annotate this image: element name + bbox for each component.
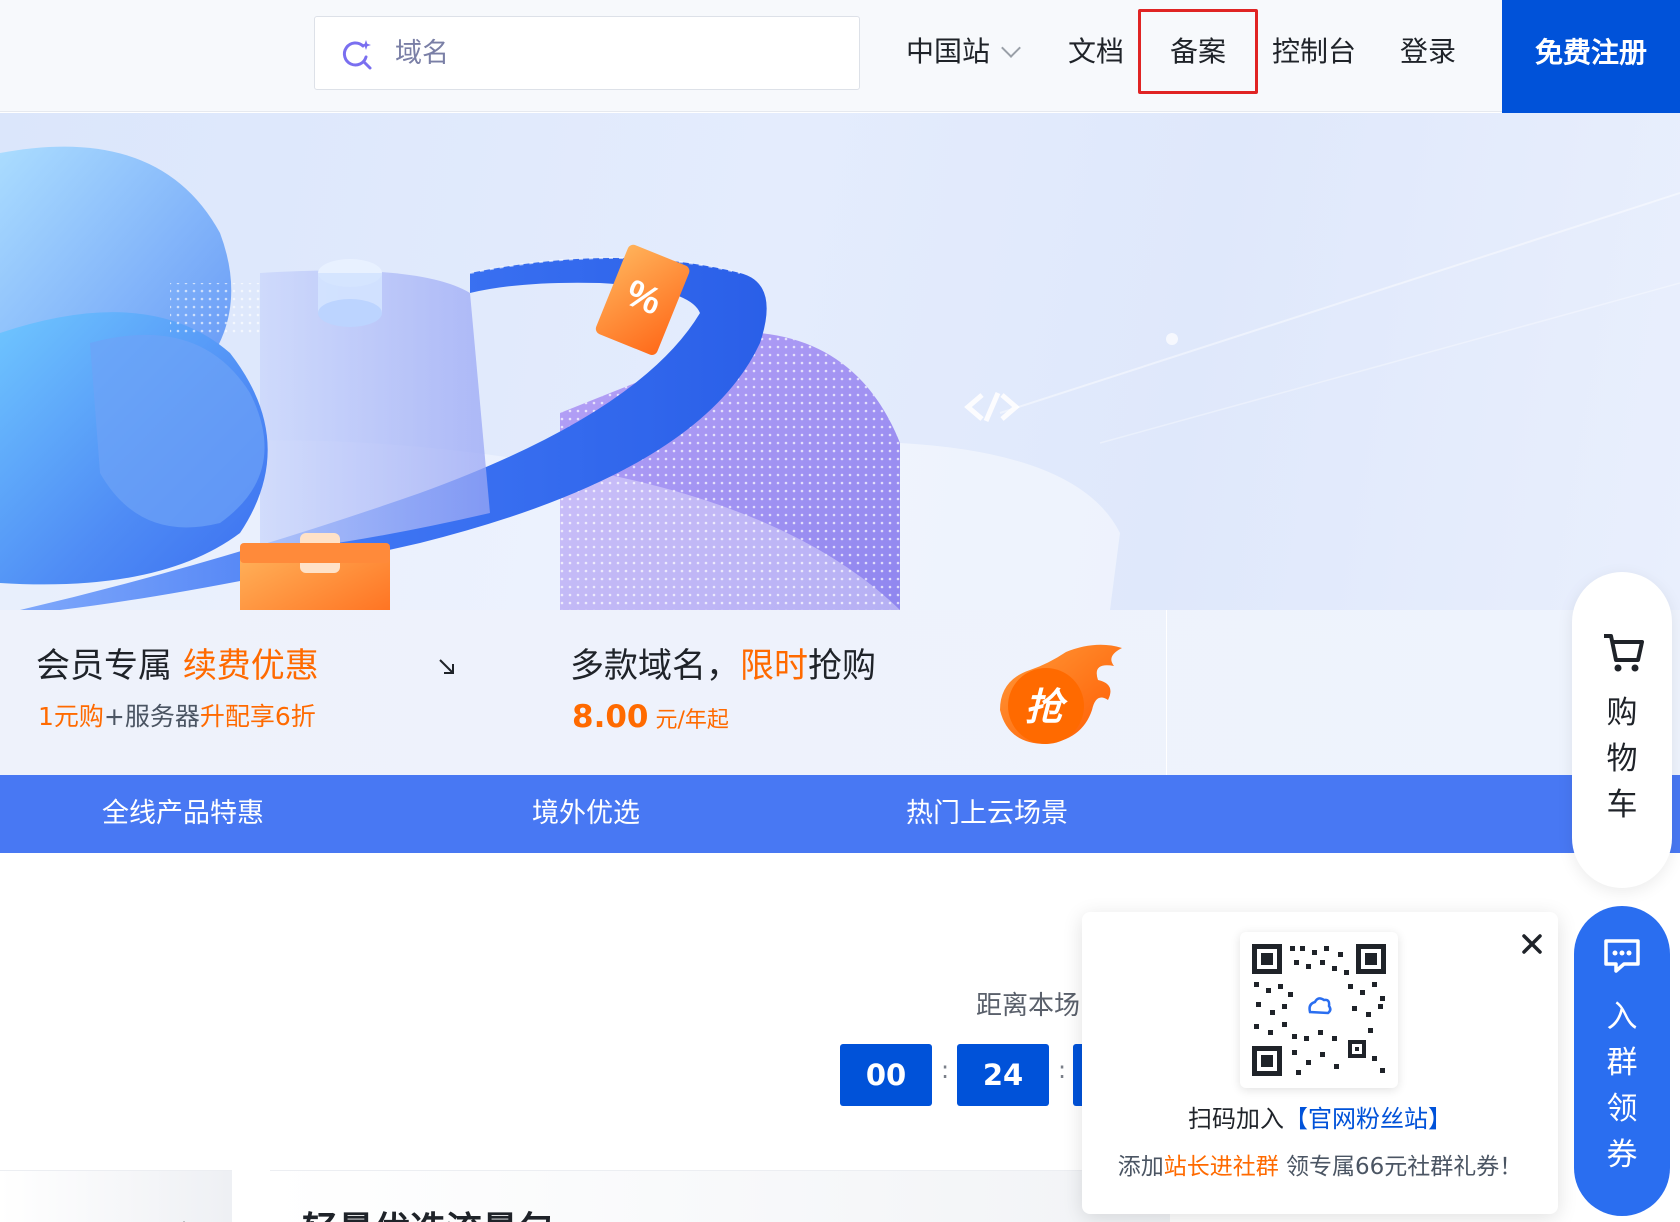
price-unit: 元/年起	[648, 708, 729, 733]
qr-code-card	[1240, 932, 1398, 1088]
nav-login[interactable]: 登录	[1400, 30, 1456, 74]
promo-right-title-highlight: 限时	[740, 646, 808, 686]
tab-all-products[interactable]: 全线产品特惠	[102, 775, 264, 853]
promo-right-title-1: 多款域名，	[570, 646, 740, 686]
cart-label-char: 车	[1606, 787, 1638, 823]
product-card-left[interactable]	[0, 1170, 232, 1222]
cart-label-char: 物	[1606, 741, 1638, 777]
search-icon	[342, 40, 372, 70]
nav-console[interactable]: 控制台	[1272, 30, 1356, 74]
countdown-minutes: 24	[957, 1044, 1049, 1106]
promo-left-title-highlight: 续费优惠	[182, 646, 319, 686]
nav-docs[interactable]: 文档	[1068, 30, 1124, 74]
qr-line2-highlight: 站长进社群	[1163, 1154, 1279, 1180]
countdown-label: 距离本场	[976, 991, 1081, 1021]
search-input[interactable]	[395, 31, 835, 75]
close-icon[interactable]	[1514, 926, 1550, 962]
cart-icon	[1604, 634, 1644, 672]
top-header: 中国站 文档 备案 控制台 登录 免费注册	[0, 0, 1680, 113]
flame-badge-label: 抢	[1025, 685, 1068, 729]
promo-left-subtitle: 1元购+服务器升配享6折	[38, 700, 316, 734]
nav-site-selector[interactable]: 中国站	[906, 30, 1021, 74]
promo-right-price: 8.00 元/年起	[572, 700, 729, 738]
qr-line2: 添加站长进社群 领专属66元社群礼券！	[1082, 1150, 1558, 1184]
chevron-down-icon	[1001, 38, 1021, 58]
search-box[interactable]	[314, 16, 860, 90]
tab-overseas[interactable]: 境外优选	[532, 775, 640, 853]
promo-right-title-2: 抢购	[808, 646, 876, 686]
countdown-separator: :	[941, 1056, 950, 1084]
group-label-char: 群	[1606, 1045, 1638, 1081]
countdown-separator: :	[1058, 1056, 1067, 1084]
hero-illustration: %	[0, 146, 1680, 610]
nav-site-label: 中国站	[906, 35, 991, 68]
register-button[interactable]: 免费注册	[1502, 0, 1680, 113]
group-label-char: 券	[1606, 1137, 1638, 1173]
cart-label-char: 购	[1606, 695, 1638, 731]
category-tabs-bar: 全线产品特惠 境外优选 热门上云场景	[0, 775, 1680, 853]
group-label-char: 入	[1606, 999, 1638, 1035]
arrow-down-right-icon[interactable]	[438, 658, 456, 676]
promo-left-title[interactable]: 会员专属 续费优惠	[36, 644, 319, 688]
promo-left-sub-1: 1元购	[38, 702, 104, 731]
promo-divider	[1166, 610, 1167, 775]
highlight-annotation-box	[1138, 9, 1258, 94]
group-label-char: 领	[1606, 1091, 1638, 1127]
promo-left-sub-3: 升配享6折	[199, 702, 316, 731]
promo-strip: 会员专属 续费优惠 1元购+服务器升配享6折 多款域名，限时抢购 8.00 元/…	[0, 610, 1680, 775]
countdown-hours: 00	[840, 1044, 932, 1106]
floating-join-group-button[interactable]: 入 群 领 券	[1574, 906, 1670, 1216]
promo-right-title[interactable]: 多款域名，限时抢购	[570, 644, 876, 688]
chat-icon	[1604, 939, 1640, 973]
tab-cloud-scenarios[interactable]: 热门上云场景	[906, 775, 1068, 853]
qr-code-image	[1248, 940, 1390, 1080]
hero-banner[interactable]: %	[0, 113, 1680, 610]
qr-line2-prefix: 添加	[1117, 1154, 1164, 1180]
qr-line1: 扫码加入【官网粉丝站】	[1082, 1102, 1558, 1136]
qr-line2-suffix: 领专属66元社群礼券！	[1278, 1154, 1523, 1180]
promo-left-sub-2: +服务器	[103, 702, 200, 731]
floating-cart-button[interactable]: 购 物 车	[1572, 572, 1672, 888]
qr-line1-link[interactable]: 【官网粉丝站】	[1284, 1105, 1452, 1133]
card-title: 轻量优选流量包	[302, 1201, 554, 1222]
promo-left-title-prefix: 会员专属	[36, 646, 183, 686]
price-value: 8.00	[572, 699, 649, 735]
product-card-traffic[interactable]: 轻量优选流量包	[270, 1170, 1170, 1222]
qr-popup: 扫码加入【官网粉丝站】 添加站长进社群 领专属66元社群礼券！	[1082, 912, 1558, 1214]
flame-badge-icon[interactable]: 抢	[996, 640, 1126, 750]
qr-line1-prefix: 扫码加入	[1188, 1105, 1284, 1133]
